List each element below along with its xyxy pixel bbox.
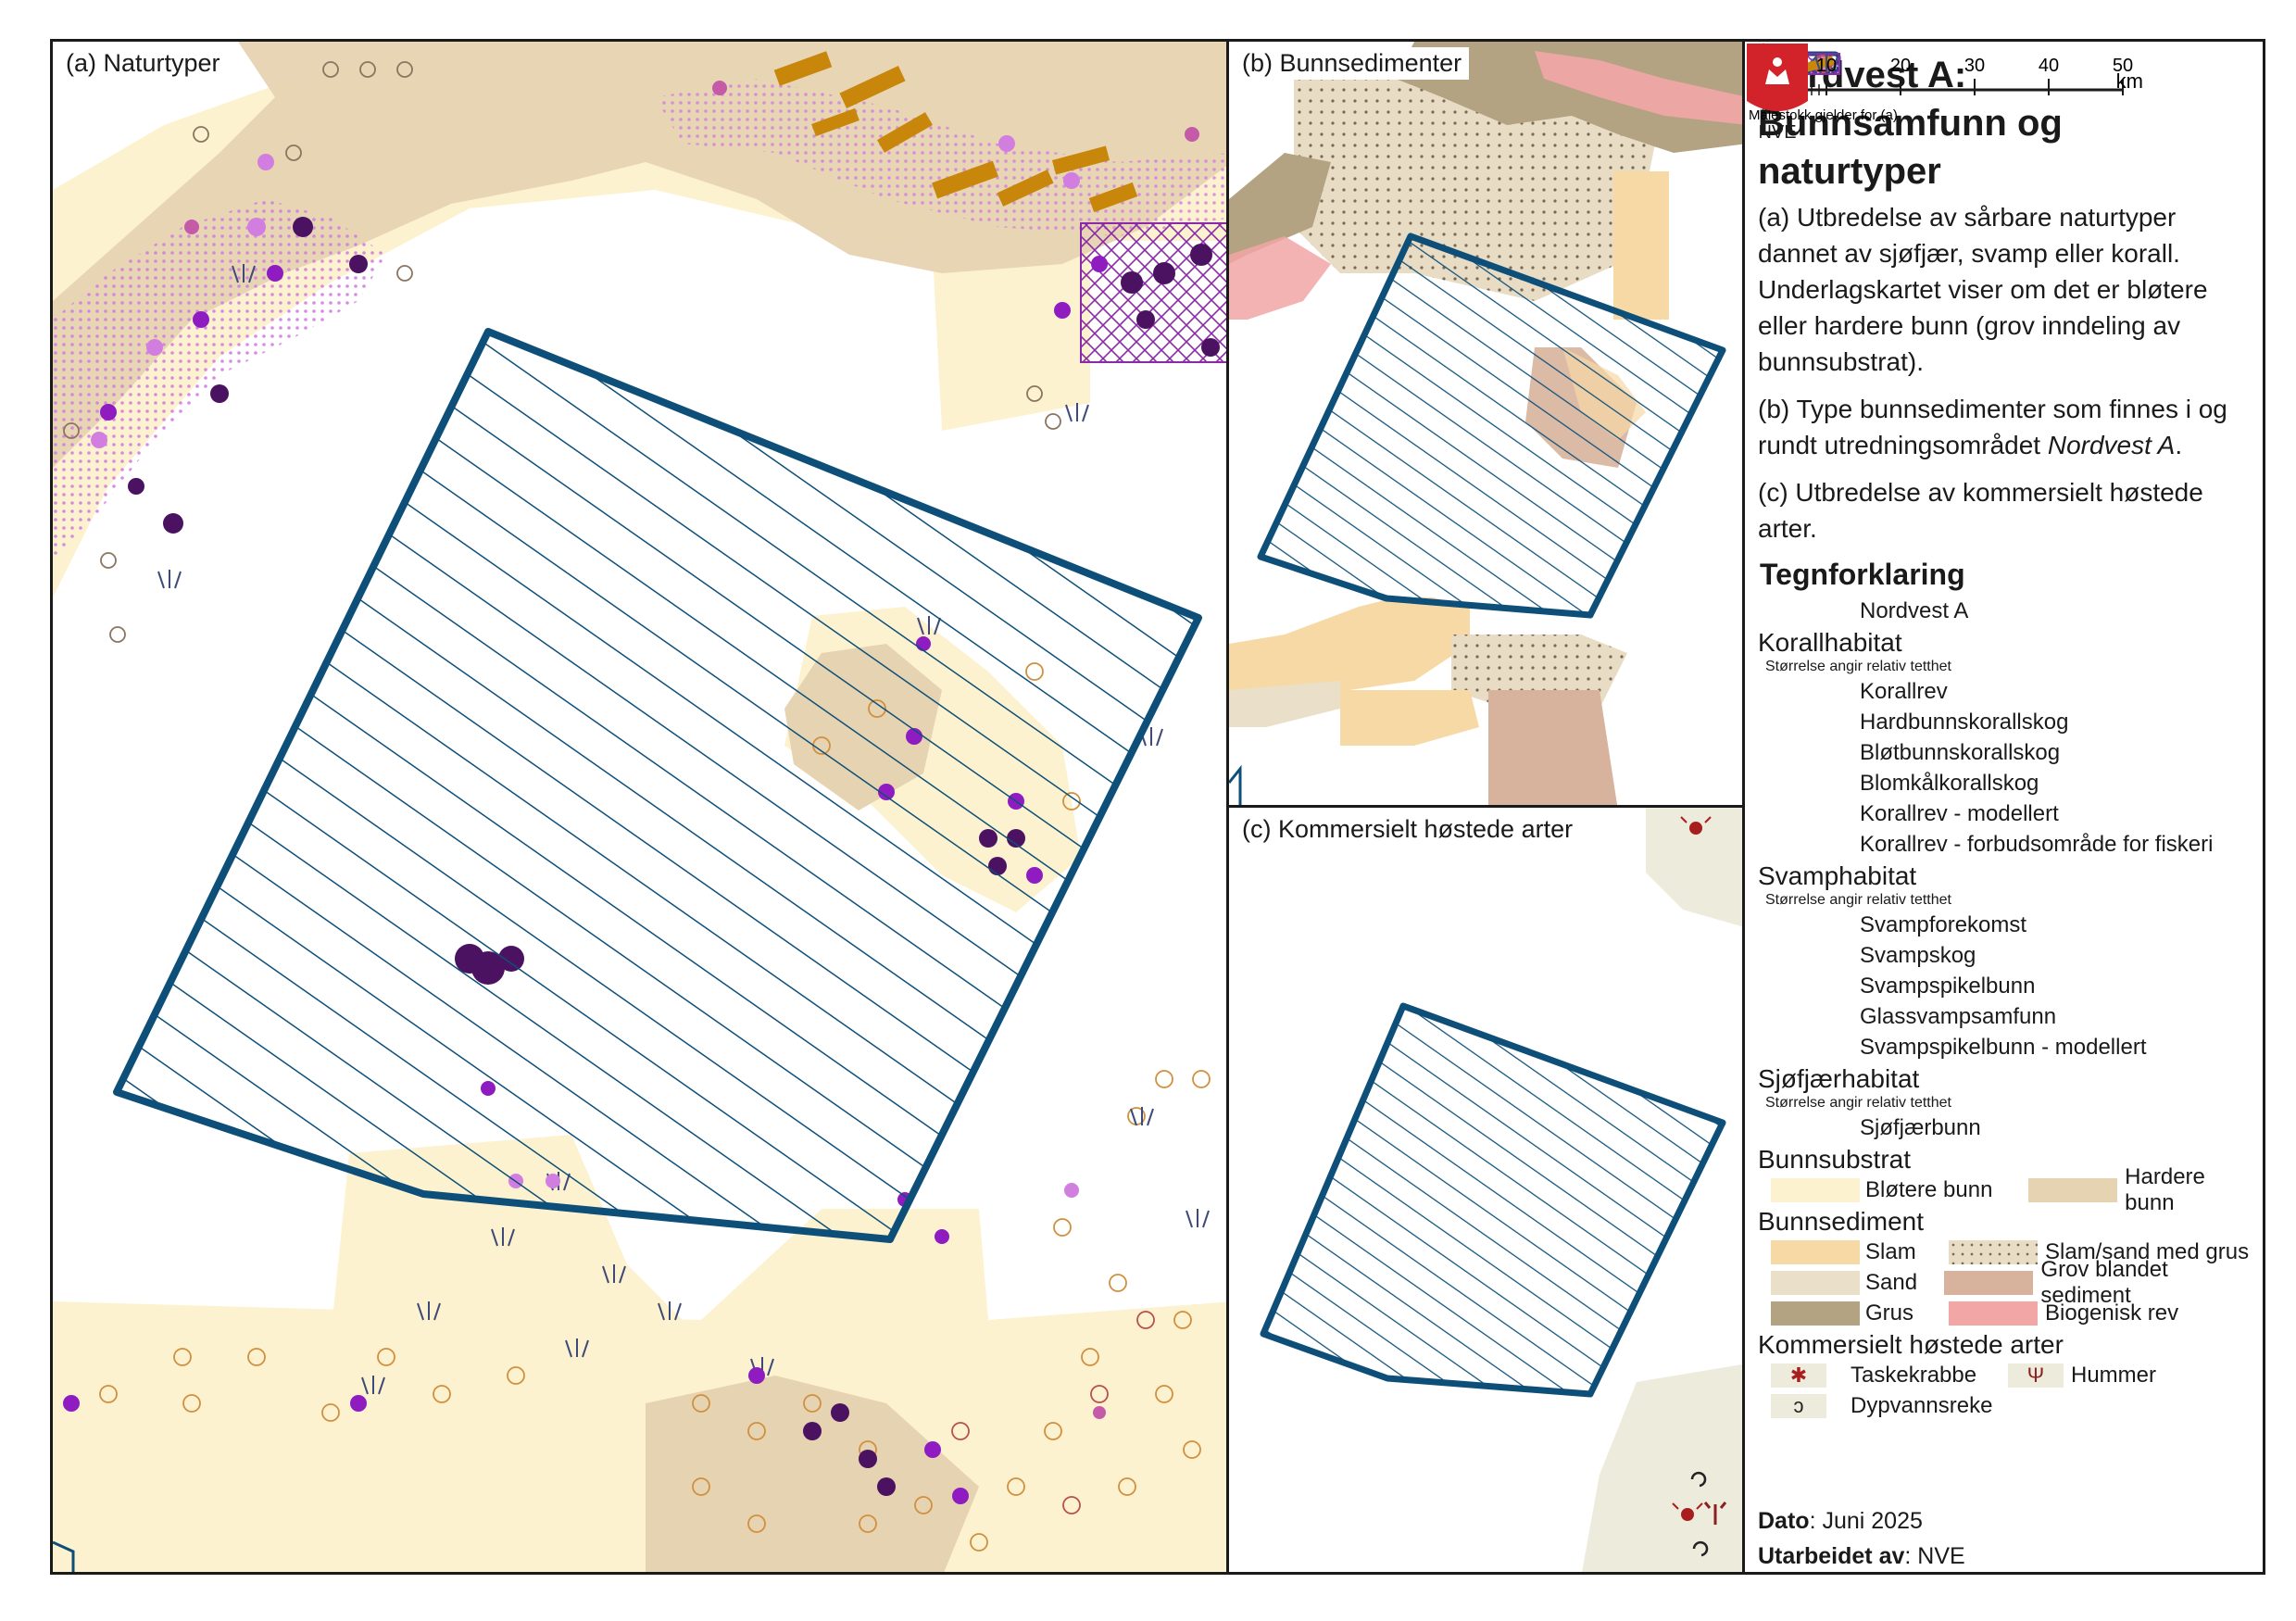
legend-coral-item: Bløtbunnskorallskog — [1758, 55, 2250, 768]
legend-coral-label: Hardbunnskorallskog — [1860, 709, 2069, 735]
slam-swatch — [1771, 1239, 1860, 1264]
sediment-slam-south-mid — [1340, 690, 1479, 746]
legend-substrate: Bløtere bunn Hardere bunn — [1758, 1164, 2250, 1215]
harvest-area-se — [1582, 1364, 1742, 1572]
coral-head: Korallhabitat — [1758, 628, 1902, 657]
nordvest-a-area-c — [1260, 1002, 1726, 1398]
legend-coral-label: Korallrev - modellert — [1860, 800, 2059, 826]
date-line: Dato: Juni 2025 — [1758, 1508, 1923, 1534]
legend-harvest-2: ↄ Dypvannsreke — [1758, 1390, 2250, 1421]
sand-swatch — [1771, 1270, 1860, 1295]
legend-coral-item: Blomkålkorallskog — [1758, 55, 2250, 798]
sponge-icon — [1763, 55, 1860, 938]
coral-icon — [1763, 55, 1860, 735]
sea-pen-icon — [1763, 55, 1860, 1141]
map-sidebar: Nordvest A: Bunnsamfunn og naturtyper (a… — [1742, 39, 2265, 1575]
crab-icon: ✱ — [1771, 1363, 1826, 1388]
legend-area: Nordvest A — [1758, 51, 2250, 626]
legend-harvest-1: ✱ Taskekrabbe Ψ Hummer — [1758, 1360, 2250, 1390]
footer: Dato: Juni 2025 Utarbeidet av: NVE — [1758, 1503, 1965, 1572]
legend-sediment-3: Grus Biogenisk rev — [1758, 1298, 2250, 1328]
area-swatch — [1758, 51, 1860, 624]
scale-tick-label: 40 — [2039, 56, 2059, 76]
harvest-map — [1260, 808, 1742, 1572]
scale-unit: km — [2116, 69, 2143, 93]
legend-sponge-label: Glassvampsamfunn — [1860, 1003, 2057, 1029]
panel-b-label: (b) Bunnsedimenter — [1235, 47, 1470, 80]
sediment-grov-south — [1488, 690, 1618, 805]
legend-sponge-item: Glassvampsamfunn — [1758, 55, 2250, 1032]
sediment-map — [1229, 42, 1742, 805]
author-line: Utarbeidet av: NVE — [1758, 1543, 1965, 1569]
sponge-head: Svamphabitat — [1758, 861, 1917, 890]
desc-b: (b) Type bunnsedimenter som finnes i og … — [1758, 395, 2227, 459]
coral-icon — [1763, 55, 1860, 705]
coral-modeled-swatch — [1760, 55, 1860, 827]
soft-swatch — [1771, 1177, 1860, 1202]
neighbor-area-edge-b — [1229, 764, 1242, 805]
sponge-size-note: Størrelse angir relativ tetthet — [1765, 892, 1951, 908]
legend-sponge-item: Svampspikelbunn — [1758, 55, 2250, 1001]
pen-size-note: Størrelse angir relativ tetthet — [1765, 1095, 1951, 1111]
legend-sponge-label: Svampspikelbunn - modellert — [1860, 1034, 2147, 1060]
svg-text:NVE: NVE — [1758, 122, 1796, 142]
scale-tick-label: 10 — [1816, 56, 1837, 76]
legend-coral-item: Korallrev - modellert — [1758, 55, 2250, 829]
nordvest-a-area — [113, 328, 1202, 1243]
shrimp-icon: ↄ — [1771, 1393, 1826, 1418]
sediment-slam-south — [1229, 597, 1470, 690]
sponge-legend-list: Svampforekomst Svampskog Svampspikelbunn Gl… — [1758, 52, 2250, 1062]
legend-coral-label: Korallrev - forbudsområde for fiskeri — [1860, 831, 2214, 857]
panel-bunnsedimenter[interactable]: (b) Bunnsedimenter — [1226, 39, 1745, 808]
legend-sponge-item: Svampskog — [1758, 55, 2250, 971]
grov-swatch — [1944, 1270, 2034, 1295]
grus-swatch — [1771, 1301, 1860, 1326]
sponge-icon — [1763, 55, 1860, 1030]
hard-swatch — [2028, 1177, 2118, 1202]
legend-sponge-label: Svampspikelbunn — [1860, 973, 2036, 999]
sediment-slam-ne — [1613, 171, 1669, 320]
pen-head: Sjøfjærhabitat — [1758, 1064, 1920, 1093]
panel-c-label: (c) Kommersielt høstede arter — [1235, 813, 1581, 846]
legend-title: Tegnforklaring — [1760, 558, 1965, 591]
sponge-icon — [1763, 55, 1860, 969]
legend-coral-label: Korallrev — [1860, 678, 1948, 704]
legend-sponge-item: Svampforekomst — [1758, 55, 2250, 940]
legend-sea-pen: Sjøfjærbunn — [1758, 55, 2250, 1143]
lobster-icon: Ψ — [2008, 1363, 2064, 1388]
legend-sponge-item: Svampspikelbunn - modellert — [1758, 52, 2250, 1062]
legend-coral-item: Korallrev - forbudsområde for fiskeri — [1758, 53, 2250, 860]
slam-sand-swatch — [1949, 1239, 2038, 1264]
scale-tick-label: 30 — [1964, 56, 1985, 76]
coral-size-note: Størrelse angir relativ tetthet — [1765, 659, 1951, 674]
nve-logo: NVE — [1747, 44, 1808, 142]
legend-coral-label: Blomkålkorallskog — [1860, 770, 2039, 796]
legend-sponge-label: Svampforekomst — [1860, 911, 2027, 937]
legend-sponge-label: Svampskog — [1860, 942, 1976, 968]
coral-ban-swatch — [1759, 53, 1860, 858]
legend-coral-item: Korallrev — [1758, 55, 2250, 707]
desc-c: (c) Utbredelse av kommersielt høstede ar… — [1758, 478, 2203, 543]
coral-icon — [1763, 55, 1860, 766]
south-soft-band — [53, 1209, 1226, 1572]
coral-icon — [1763, 55, 1860, 797]
scale-tick-label: 20 — [1890, 56, 1911, 76]
legend-coral-item: Hardbunnskorallskog — [1758, 55, 2250, 737]
panel-naturtyper[interactable]: (a) Naturtyper — [50, 39, 1229, 1575]
biogenic-swatch — [1949, 1301, 2038, 1326]
coral-legend-list: Korallrev Hardbunnskorallskog Bløtbunnskor… — [1758, 53, 2250, 860]
sponge-modeled-swatch — [1763, 52, 1860, 1061]
naturtyper-map — [53, 42, 1226, 1572]
panel-a-label: (a) Naturtyper — [58, 47, 228, 80]
desc-a: (a) Utbredelse av sårbare naturtyper dan… — [1758, 203, 2208, 376]
legend-sediment-2: Sand Grov blandet sediment — [1758, 1257, 2250, 1308]
panel-kommersielt[interactable]: (c) Kommersielt høstede arter — [1226, 805, 1745, 1575]
harvest-head: Kommersielt høstede arter — [1758, 1330, 2064, 1359]
legend-coral-label: Bløtbunnskorallskog — [1860, 739, 2061, 765]
sponge-icon — [1763, 55, 1860, 999]
